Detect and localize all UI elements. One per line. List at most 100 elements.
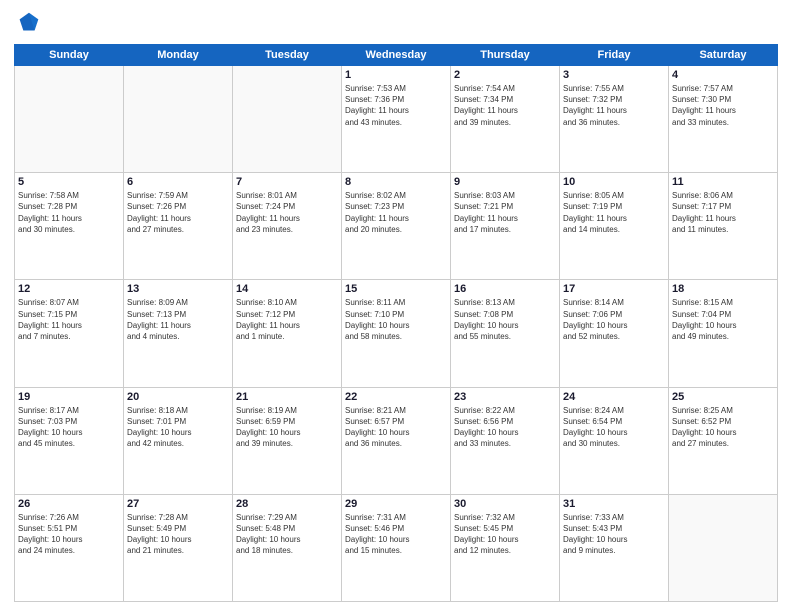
day-number: 21 [236,391,338,403]
calendar-cell: 15 Sunrise: 8:11 AM Sunset: 7:10 PM Dayli… [342,280,451,387]
day-info: Sunrise: 8:25 AM Sunset: 6:52 PM Dayligh… [672,405,774,450]
day-info: Sunrise: 7:59 AM Sunset: 7:26 PM Dayligh… [127,190,229,235]
logo-icon [14,10,42,38]
day-info: Sunrise: 8:06 AM Sunset: 7:17 PM Dayligh… [672,190,774,235]
day-number: 5 [18,176,120,188]
day-info: Sunrise: 8:13 AM Sunset: 7:08 PM Dayligh… [454,297,556,342]
weekday-header: Tuesday [233,45,342,66]
day-info: Sunrise: 8:11 AM Sunset: 7:10 PM Dayligh… [345,297,447,342]
calendar-cell: 2Sunrise: 7:54 AM Sunset: 7:34 PM Daylig… [451,66,560,173]
calendar-cell: 25 Sunrise: 8:25 AM Sunset: 6:52 PM Dayli… [669,387,778,494]
calendar-cell: 12 Sunrise: 8:07 AM Sunset: 7:15 PM Dayli… [15,280,124,387]
weekday-header: Saturday [669,45,778,66]
day-info: Sunrise: 8:10 AM Sunset: 7:12 PM Dayligh… [236,297,338,342]
calendar-cell: 19 Sunrise: 8:17 AM Sunset: 7:03 PM Dayli… [15,387,124,494]
header [14,10,778,38]
calendar-cell [15,66,124,173]
day-info: Sunrise: 7:58 AM Sunset: 7:28 PM Dayligh… [18,190,120,235]
page: SundayMondayTuesdayWednesdayThursdayFrid… [0,0,792,612]
calendar-week-row: 26Sunrise: 7:26 AM Sunset: 5:51 PM Dayli… [15,494,778,601]
day-number: 27 [127,498,229,510]
day-info: Sunrise: 7:33 AM Sunset: 5:43 PM Dayligh… [563,512,665,557]
calendar-cell: 9Sunrise: 8:03 AM Sunset: 7:21 PM Daylig… [451,173,560,280]
day-number: 1 [345,69,447,81]
day-number: 31 [563,498,665,510]
calendar-cell [233,66,342,173]
calendar-cell: 3Sunrise: 7:55 AM Sunset: 7:32 PM Daylig… [560,66,669,173]
calendar-cell: 21 Sunrise: 8:19 AM Sunset: 6:59 PM Dayli… [233,387,342,494]
day-info: Sunrise: 8:14 AM Sunset: 7:06 PM Dayligh… [563,297,665,342]
calendar-table: SundayMondayTuesdayWednesdayThursdayFrid… [14,44,778,602]
day-number: 4 [672,69,774,81]
day-number: 29 [345,498,447,510]
day-info: Sunrise: 8:18 AM Sunset: 7:01 PM Dayligh… [127,405,229,450]
day-info: Sunrise: 7:32 AM Sunset: 5:45 PM Dayligh… [454,512,556,557]
day-info: Sunrise: 7:54 AM Sunset: 7:34 PM Dayligh… [454,83,556,128]
day-info: Sunrise: 8:05 AM Sunset: 7:19 PM Dayligh… [563,190,665,235]
day-number: 7 [236,176,338,188]
day-info: Sunrise: 8:07 AM Sunset: 7:15 PM Dayligh… [18,297,120,342]
day-info: Sunrise: 8:22 AM Sunset: 6:56 PM Dayligh… [454,405,556,450]
day-number: 14 [236,283,338,295]
day-info: Sunrise: 7:53 AM Sunset: 7:36 PM Dayligh… [345,83,447,128]
weekday-header: Wednesday [342,45,451,66]
day-number: 25 [672,391,774,403]
calendar-week-row: 1 Sunrise: 7:53 AM Sunset: 7:36 PM Daylig… [15,66,778,173]
day-number: 17 [563,283,665,295]
weekday-header-row: SundayMondayTuesdayWednesdayThursdayFrid… [15,45,778,66]
day-number: 11 [672,176,774,188]
day-info: Sunrise: 8:19 AM Sunset: 6:59 PM Dayligh… [236,405,338,450]
day-number: 24 [563,391,665,403]
day-number: 30 [454,498,556,510]
day-number: 6 [127,176,229,188]
calendar-cell: 18 Sunrise: 8:15 AM Sunset: 7:04 PM Dayli… [669,280,778,387]
calendar-cell: 5 Sunrise: 7:58 AM Sunset: 7:28 PM Daylig… [15,173,124,280]
weekday-header: Friday [560,45,669,66]
day-info: Sunrise: 7:29 AM Sunset: 5:48 PM Dayligh… [236,512,338,557]
day-number: 19 [18,391,120,403]
calendar-cell: 8Sunrise: 8:02 AM Sunset: 7:23 PM Daylig… [342,173,451,280]
day-info: Sunrise: 8:21 AM Sunset: 6:57 PM Dayligh… [345,405,447,450]
calendar-cell: 24Sunrise: 8:24 AM Sunset: 6:54 PM Dayli… [560,387,669,494]
day-info: Sunrise: 7:57 AM Sunset: 7:30 PM Dayligh… [672,83,774,128]
calendar-cell: 16 Sunrise: 8:13 AM Sunset: 7:08 PM Dayli… [451,280,560,387]
weekday-header: Monday [124,45,233,66]
logo [14,10,46,38]
calendar-cell: 4 Sunrise: 7:57 AM Sunset: 7:30 PM Daylig… [669,66,778,173]
weekday-header: Sunday [15,45,124,66]
calendar-cell: 7Sunrise: 8:01 AM Sunset: 7:24 PM Daylig… [233,173,342,280]
calendar-cell: 29Sunrise: 7:31 AM Sunset: 5:46 PM Dayli… [342,494,451,601]
calendar-cell: 14 Sunrise: 8:10 AM Sunset: 7:12 PM Dayli… [233,280,342,387]
calendar-week-row: 5 Sunrise: 7:58 AM Sunset: 7:28 PM Daylig… [15,173,778,280]
day-number: 9 [454,176,556,188]
calendar-cell: 6 Sunrise: 7:59 AM Sunset: 7:26 PM Daylig… [124,173,233,280]
calendar-cell: 26Sunrise: 7:26 AM Sunset: 5:51 PM Dayli… [15,494,124,601]
day-info: Sunrise: 7:55 AM Sunset: 7:32 PM Dayligh… [563,83,665,128]
calendar-cell [669,494,778,601]
calendar-cell: 20Sunrise: 8:18 AM Sunset: 7:01 PM Dayli… [124,387,233,494]
calendar-week-row: 12 Sunrise: 8:07 AM Sunset: 7:15 PM Dayli… [15,280,778,387]
day-number: 16 [454,283,556,295]
calendar-cell: 1 Sunrise: 7:53 AM Sunset: 7:36 PM Daylig… [342,66,451,173]
day-info: Sunrise: 7:26 AM Sunset: 5:51 PM Dayligh… [18,512,120,557]
calendar-cell: 31 Sunrise: 7:33 AM Sunset: 5:43 PM Dayli… [560,494,669,601]
day-info: Sunrise: 8:15 AM Sunset: 7:04 PM Dayligh… [672,297,774,342]
calendar-cell: 23 Sunrise: 8:22 AM Sunset: 6:56 PM Dayli… [451,387,560,494]
day-info: Sunrise: 8:02 AM Sunset: 7:23 PM Dayligh… [345,190,447,235]
calendar-cell [124,66,233,173]
day-info: Sunrise: 8:17 AM Sunset: 7:03 PM Dayligh… [18,405,120,450]
day-number: 15 [345,283,447,295]
day-number: 23 [454,391,556,403]
calendar-cell: 22 Sunrise: 8:21 AM Sunset: 6:57 PM Dayli… [342,387,451,494]
calendar-week-row: 19 Sunrise: 8:17 AM Sunset: 7:03 PM Dayli… [15,387,778,494]
weekday-header: Thursday [451,45,560,66]
day-number: 22 [345,391,447,403]
calendar-cell: 28Sunrise: 7:29 AM Sunset: 5:48 PM Dayli… [233,494,342,601]
calendar-cell: 17 Sunrise: 8:14 AM Sunset: 7:06 PM Dayli… [560,280,669,387]
day-info: Sunrise: 8:09 AM Sunset: 7:13 PM Dayligh… [127,297,229,342]
calendar-cell: 11 Sunrise: 8:06 AM Sunset: 7:17 PM Dayli… [669,173,778,280]
day-info: Sunrise: 7:28 AM Sunset: 5:49 PM Dayligh… [127,512,229,557]
day-number: 12 [18,283,120,295]
day-number: 18 [672,283,774,295]
calendar-cell: 13Sunrise: 8:09 AM Sunset: 7:13 PM Dayli… [124,280,233,387]
